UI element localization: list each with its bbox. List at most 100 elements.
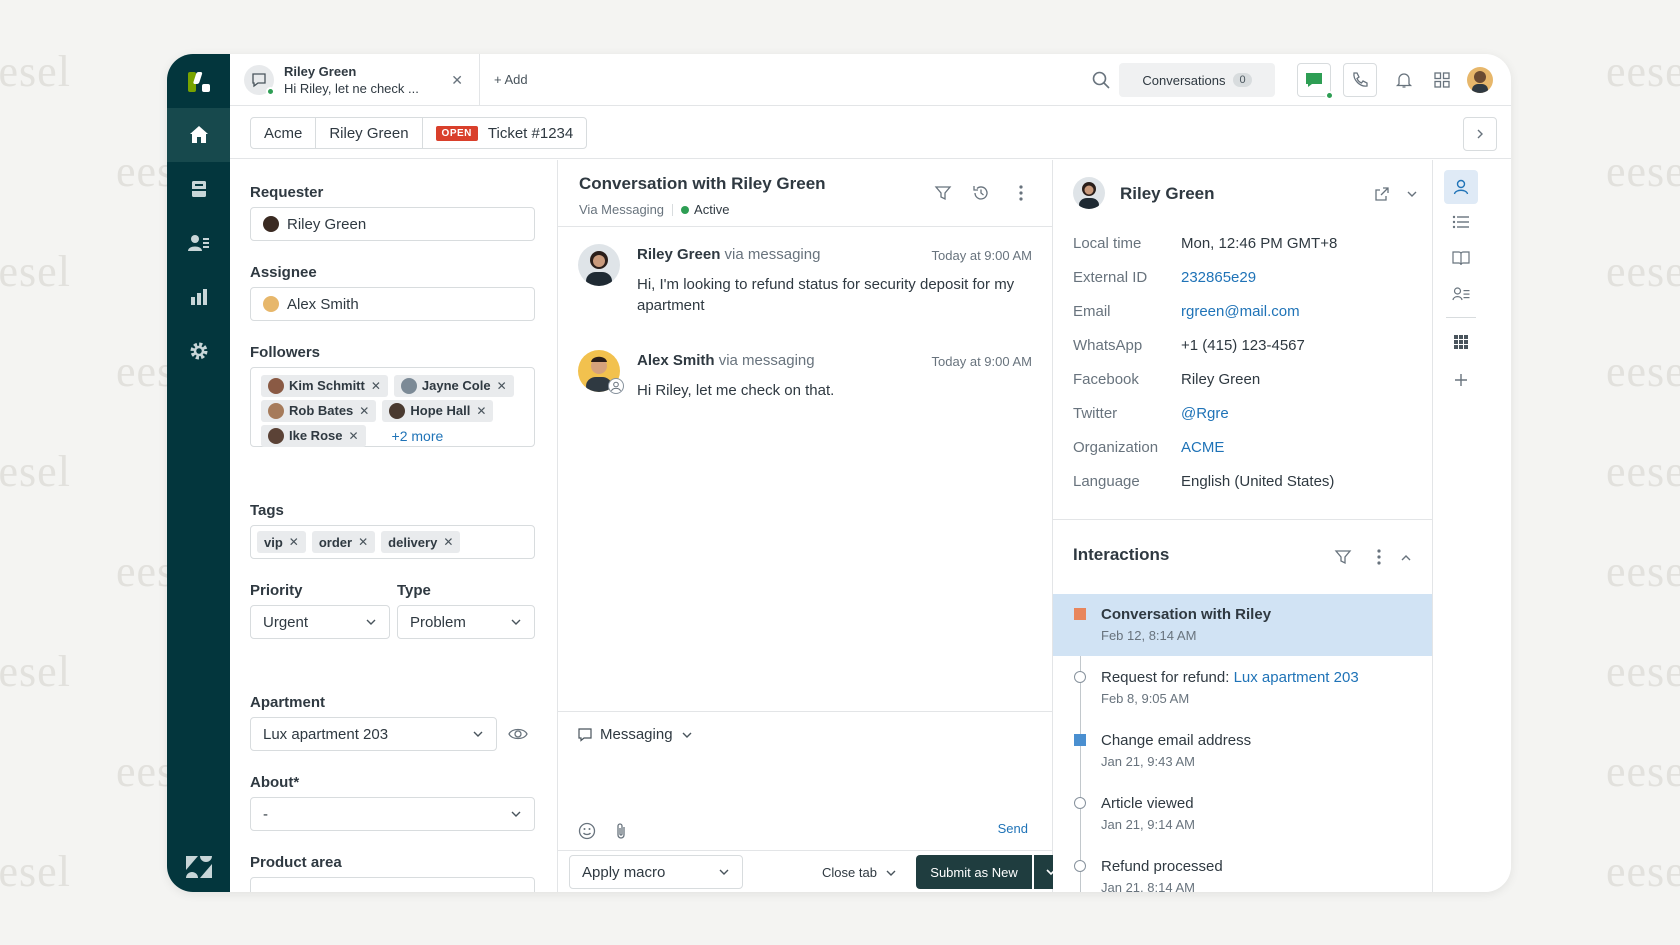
add-tab-button[interactable]: + Add <box>494 72 528 87</box>
tag-chip[interactable]: order ✕ <box>311 531 376 553</box>
remove-icon[interactable]: ✕ <box>358 535 368 549</box>
breadcrumb-requester[interactable]: Riley Green <box>316 118 423 148</box>
emoji-icon[interactable] <box>578 822 596 840</box>
field-value-link[interactable]: 232865e29 <box>1181 269 1256 286</box>
interaction-item[interactable]: Request for refund: Lux apartment 203 Fe… <box>1053 657 1432 719</box>
divider <box>1446 317 1476 318</box>
notifications-button[interactable] <box>1387 63 1421 97</box>
nav-reporting[interactable] <box>167 270 230 324</box>
filter-icon[interactable] <box>934 184 952 202</box>
follower-chip[interactable]: Hope Hall ✕ <box>382 399 494 422</box>
eye-icon[interactable] <box>508 726 528 742</box>
field-value: +1 (415) 123-4567 <box>1181 337 1305 354</box>
rail-contacts[interactable] <box>1444 277 1478 311</box>
assignee-field[interactable]: Alex Smith <box>250 287 535 321</box>
conversation-marker-icon <box>1074 608 1086 620</box>
field-value-link[interactable]: rgreen@mail.com <box>1181 303 1300 320</box>
channel-select[interactable]: Messaging <box>578 726 693 743</box>
interaction-date: Jan 21, 9:43 AM <box>1101 754 1195 769</box>
external-link-icon[interactable] <box>1374 186 1390 202</box>
field-value-link[interactable]: ACME <box>1181 439 1224 456</box>
messaging-status-button[interactable] <box>1297 63 1334 100</box>
interaction-item[interactable]: Refund processed Jan 21, 8:14 AM <box>1053 846 1432 892</box>
requester-field[interactable]: Riley Green <box>250 207 535 241</box>
product-logo-icon <box>188 72 210 92</box>
interaction-link[interactable]: Lux apartment 203 <box>1234 669 1359 686</box>
product-area-select[interactable] <box>250 877 535 892</box>
search-icon[interactable] <box>1091 70 1111 95</box>
composer[interactable]: Messaging Send <box>558 711 1052 850</box>
conversations-button[interactable]: Conversations 0 <box>1119 63 1275 97</box>
rail-customer[interactable] <box>1444 170 1478 204</box>
followers-more-link[interactable]: +2 more <box>392 428 444 444</box>
main-nav-rail <box>167 54 230 892</box>
attachment-icon[interactable] <box>614 822 628 840</box>
voice-button[interactable] <box>1343 63 1377 97</box>
chevron-down-icon[interactable] <box>1406 188 1418 200</box>
user-avatar[interactable] <box>1467 67 1493 93</box>
follower-name: Ike Rose <box>289 428 343 443</box>
send-button[interactable]: Send <box>998 821 1028 836</box>
followers-field[interactable]: Kim Schmitt ✕ Jayne Cole ✕ Rob Bates ✕ Hope… <box>250 367 535 447</box>
apartment-select[interactable]: Lux apartment 203 <box>250 717 497 751</box>
type-select[interactable]: Problem <box>397 605 535 639</box>
nav-admin[interactable] <box>167 324 230 378</box>
ticket-tab[interactable]: Riley Green Hi Riley, let ne check ... ✕ <box>230 54 480 106</box>
breadcrumb-org[interactable]: Acme <box>251 118 317 148</box>
tag-name: vip <box>264 534 283 550</box>
follower-name: Hope Hall <box>410 403 471 418</box>
more-options-icon[interactable] <box>1376 548 1382 566</box>
remove-icon[interactable]: ✕ <box>476 404 486 418</box>
remove-icon[interactable]: ✕ <box>289 535 299 549</box>
apply-macro-select[interactable]: Apply macro <box>569 855 743 889</box>
status-badge: OPEN <box>435 125 478 141</box>
follower-chip[interactable]: Kim Schmitt ✕ <box>261 374 388 397</box>
bar-chart-icon <box>190 289 207 305</box>
remove-icon[interactable]: ✕ <box>348 429 358 443</box>
submit-button[interactable]: Submit as New <box>916 855 1032 889</box>
rail-apps[interactable] <box>1444 325 1478 359</box>
nav-home[interactable] <box>167 108 230 162</box>
priority-select[interactable]: Urgent <box>250 605 390 639</box>
follower-chip[interactable]: Jayne Cole ✕ <box>393 374 514 397</box>
rail-knowledge[interactable] <box>1444 241 1478 275</box>
close-tab-icon[interactable]: ✕ <box>451 72 463 89</box>
rail-add[interactable] <box>1444 363 1478 397</box>
priority-label: Priority <box>250 582 303 599</box>
interaction-date: Jan 21, 9:14 AM <box>1101 817 1195 832</box>
field-value-link[interactable]: @Rgre <box>1181 405 1229 422</box>
tags-field[interactable]: vip ✕ order ✕ delivery ✕ <box>250 525 535 559</box>
remove-icon[interactable]: ✕ <box>371 379 381 393</box>
tag-chip[interactable]: delivery ✕ <box>381 531 461 553</box>
online-status-dot <box>266 87 275 96</box>
filter-icon[interactable] <box>1334 548 1352 566</box>
conversation-status: Active <box>694 202 730 217</box>
remove-icon[interactable]: ✕ <box>443 535 453 549</box>
apps-button[interactable] <box>1425 63 1459 97</box>
nav-views[interactable] <box>167 162 230 216</box>
interaction-item[interactable]: Change email address Jan 21, 9:43 AM <box>1053 720 1432 782</box>
about-select[interactable]: - <box>250 797 535 831</box>
home-icon <box>189 126 208 143</box>
rail-list[interactable] <box>1444 205 1478 239</box>
apartment-value: Lux apartment 203 <box>263 725 389 743</box>
conversation-panel: Conversation with Riley Green Via Messag… <box>558 160 1068 892</box>
more-options-icon[interactable] <box>1018 184 1024 202</box>
customer-name: Riley Green <box>1120 184 1215 203</box>
history-icon[interactable] <box>972 184 990 202</box>
contacts-icon <box>1452 287 1470 301</box>
close-tab-select[interactable]: Close tab <box>822 865 897 880</box>
interaction-item[interactable]: Conversation with Riley Feb 12, 8:14 AM <box>1053 594 1432 656</box>
interaction-item[interactable]: Article viewed Jan 21, 9:14 AM <box>1053 783 1432 845</box>
follower-chip[interactable]: Ike Rose ✕ <box>261 424 366 447</box>
remove-icon[interactable]: ✕ <box>359 404 369 418</box>
chevron-up-icon[interactable] <box>1400 552 1412 564</box>
nav-customers[interactable] <box>167 216 230 270</box>
breadcrumb-ticket[interactable]: OPEN Ticket #1234 <box>423 118 587 148</box>
remove-icon[interactable]: ✕ <box>497 379 507 393</box>
customer-field-row: Language English (United States) <box>1073 473 1334 490</box>
follower-chip[interactable]: Rob Bates ✕ <box>261 399 377 422</box>
next-button[interactable] <box>1463 117 1497 151</box>
agent-badge-icon <box>608 378 624 394</box>
tag-chip[interactable]: vip ✕ <box>257 531 306 553</box>
